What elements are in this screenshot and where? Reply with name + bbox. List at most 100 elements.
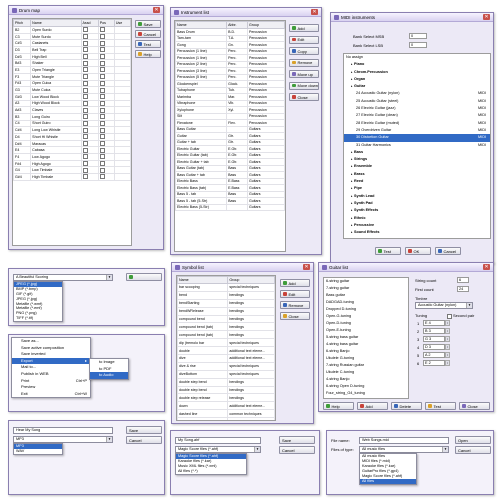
pos-checkbox[interactable]	[99, 121, 105, 126]
list-item[interactable]: 4-string Banjo	[324, 376, 408, 383]
string-tuning-input[interactable]: G 3	[423, 336, 445, 342]
menu-item[interactable]: Exit Ctrl+W	[12, 391, 90, 398]
tree-item[interactable]: ▸Brass	[344, 171, 490, 178]
table-row[interactable]: bar scooping special techniques	[177, 283, 275, 292]
list-item[interactable]: 6-string Banjo	[324, 348, 408, 355]
assigned-checkbox[interactable]	[82, 134, 88, 140]
second-pair-checkbox[interactable]	[447, 314, 452, 319]
close-icon[interactable]: ✕	[311, 9, 318, 15]
instrument-list-titlebar[interactable]: Instrument list ✕	[171, 8, 321, 17]
remove-button[interactable]: Remove	[289, 58, 319, 67]
dropdown-option[interactable]: TIFF (*.tif)	[14, 316, 62, 321]
symbol-table[interactable]: Name Group bar scooping special techniques…	[176, 275, 276, 421]
chevron-down-icon[interactable]: ▼	[106, 437, 112, 442]
open-button[interactable]: Open	[455, 436, 491, 444]
ok-button[interactable]: OK	[405, 247, 431, 255]
table-row[interactable]: F3 Mute Triangle	[13, 72, 131, 81]
timbre-select[interactable]: Acoustic Guitar (nylon) ▼	[415, 302, 473, 309]
assigned-checkbox[interactable]	[82, 40, 88, 46]
pos-checkbox[interactable]	[99, 107, 105, 113]
tree-item[interactable]: ▸Strings	[344, 156, 490, 163]
cancel-button[interactable]: Cancel	[126, 436, 162, 444]
assigned-checkbox[interactable]	[82, 167, 88, 173]
string-tuning-input[interactable]: E 2	[423, 360, 445, 366]
format-select[interactable]: MP3 ▼	[13, 436, 113, 443]
table-row[interactable]: B2 Open Surdo	[13, 26, 131, 34]
add-button[interactable]: Add	[280, 279, 310, 287]
spin-icon[interactable]: ↕	[445, 320, 450, 326]
submenu-item[interactable]: to Audio	[90, 372, 128, 379]
table-row[interactable]: C#3 Castanets	[13, 39, 131, 48]
format-select[interactable]: A Beautiful Scoring ▼	[13, 274, 113, 281]
pos-checkbox[interactable]	[99, 87, 105, 93]
file-type-select[interactable]: All music files ▼	[359, 446, 449, 453]
remove-button[interactable]: Remove	[280, 301, 310, 309]
midi-tree[interactable]: No assign ▸Piano ▸Chrom.Percussion ▸Organ ▸G…	[343, 53, 491, 239]
pos-checkbox[interactable]	[99, 101, 105, 106]
ok-button[interactable]	[126, 273, 162, 281]
close-icon[interactable]: ✕	[483, 14, 490, 20]
table-row[interactable]: double additional text eleme...	[177, 346, 275, 356]
tree-item[interactable]: ▸Ensemble	[344, 163, 490, 170]
column-header[interactable]: Group	[246, 21, 285, 29]
file-name-input[interactable]: Hear My Song	[13, 427, 113, 434]
list-item[interactable]: 7-string Russian guitar	[324, 362, 408, 369]
dropdown-option[interactable]: WAV	[14, 449, 62, 454]
tree-item[interactable]: ▸Bass	[344, 149, 490, 156]
edit-button[interactable]: Edit	[289, 35, 319, 44]
table-row[interactable]: A#3 Claves	[13, 106, 131, 114]
table-row[interactable]: double step bend bendings	[177, 377, 275, 387]
string-tuning-input[interactable]: B 3	[423, 328, 445, 334]
tree-item[interactable]: ▸Chrom.Percussion	[344, 69, 490, 76]
copy-button[interactable]: Copy	[289, 47, 319, 55]
format-dropdown-list[interactable]: JPEG (*.jpg) BMP (*.bmp) GIF (*.gif) JPEG (…	[13, 281, 63, 323]
list-item[interactable]: Ukulele C-tuning	[324, 369, 408, 376]
pos-checkbox[interactable]	[99, 161, 105, 166]
assigned-checkbox[interactable]	[82, 107, 88, 113]
table-row[interactable]: Electric Bass (5-Str) Guitars	[175, 203, 285, 211]
table-row[interactable]: compound bend bendings	[177, 314, 275, 324]
string-tuning-input[interactable]: A 2	[423, 352, 445, 358]
spin-icon[interactable]: ↕	[445, 328, 450, 334]
format-dropdown-list[interactable]: Magic Score files (*.ahf) Karaoke files (…	[175, 453, 247, 475]
test-button[interactable]: Test	[425, 402, 456, 410]
list-item[interactable]: 4-string bass guitar	[324, 341, 408, 348]
pos-checkbox[interactable]	[99, 154, 105, 160]
list-item[interactable]: Ukulele G-tuning	[324, 355, 408, 362]
move-down-button[interactable]: Move down	[289, 81, 319, 90]
menu-item[interactable]: Mail to...	[12, 364, 90, 371]
pos-checkbox[interactable]	[99, 40, 105, 46]
column-header[interactable]: Group	[227, 276, 275, 284]
submenu-item[interactable]: to PDF	[90, 366, 128, 373]
list-item[interactable]: Dropped D-tuning	[324, 306, 408, 313]
assigned-checkbox[interactable]	[82, 47, 88, 53]
format-dropdown-list[interactable]: MP3 WAV	[13, 443, 63, 455]
tree-item[interactable]: ▸Organ	[344, 76, 490, 83]
column-header[interactable]: Name	[177, 276, 229, 284]
column-header[interactable]: Pos	[97, 19, 115, 27]
table-row[interactable]: C4 Short Guiro	[13, 119, 131, 128]
pos-checkbox[interactable]	[99, 34, 105, 39]
pos-checkbox[interactable]	[99, 127, 105, 133]
dropdown-option[interactable]: All files	[360, 479, 416, 484]
assigned-checkbox[interactable]	[82, 74, 88, 80]
bank-lsb-input[interactable]: 0	[409, 42, 427, 48]
list-item[interactable]: Four_string_G4_tuning	[324, 390, 408, 397]
dropdown-option[interactable]: All files (*.*)	[176, 469, 246, 474]
assigned-checkbox[interactable]	[82, 127, 88, 133]
save-button[interactable]: Save	[126, 426, 162, 434]
tree-item[interactable]: ▸Guitar	[344, 83, 490, 90]
tree-item[interactable]: 27 Electric Guitar (clean) MIDI	[344, 112, 490, 119]
menu-item[interactable]: Export ▸	[12, 357, 90, 365]
tree-item[interactable]: ▸Sound Effects	[344, 229, 490, 236]
table-row[interactable]: dive & rise special techniques	[177, 361, 275, 371]
midi-instruments-titlebar[interactable]: MIDI instruments ✕	[331, 13, 493, 22]
test-button[interactable]: Test	[375, 247, 401, 255]
list-item[interactable]: Bass guitar	[324, 292, 408, 299]
tree-item[interactable]: ▸Percussive	[344, 222, 490, 229]
save-button[interactable]: Save	[135, 20, 161, 28]
tree-item[interactable]: 25 Acoustic Guitar (steel) MIDI	[344, 98, 490, 105]
table-row[interactable]: compound bend (tab) bendings	[177, 322, 275, 332]
column-header[interactable]: Assd	[80, 19, 99, 27]
table-row[interactable]: double step bend bendings	[177, 385, 275, 395]
